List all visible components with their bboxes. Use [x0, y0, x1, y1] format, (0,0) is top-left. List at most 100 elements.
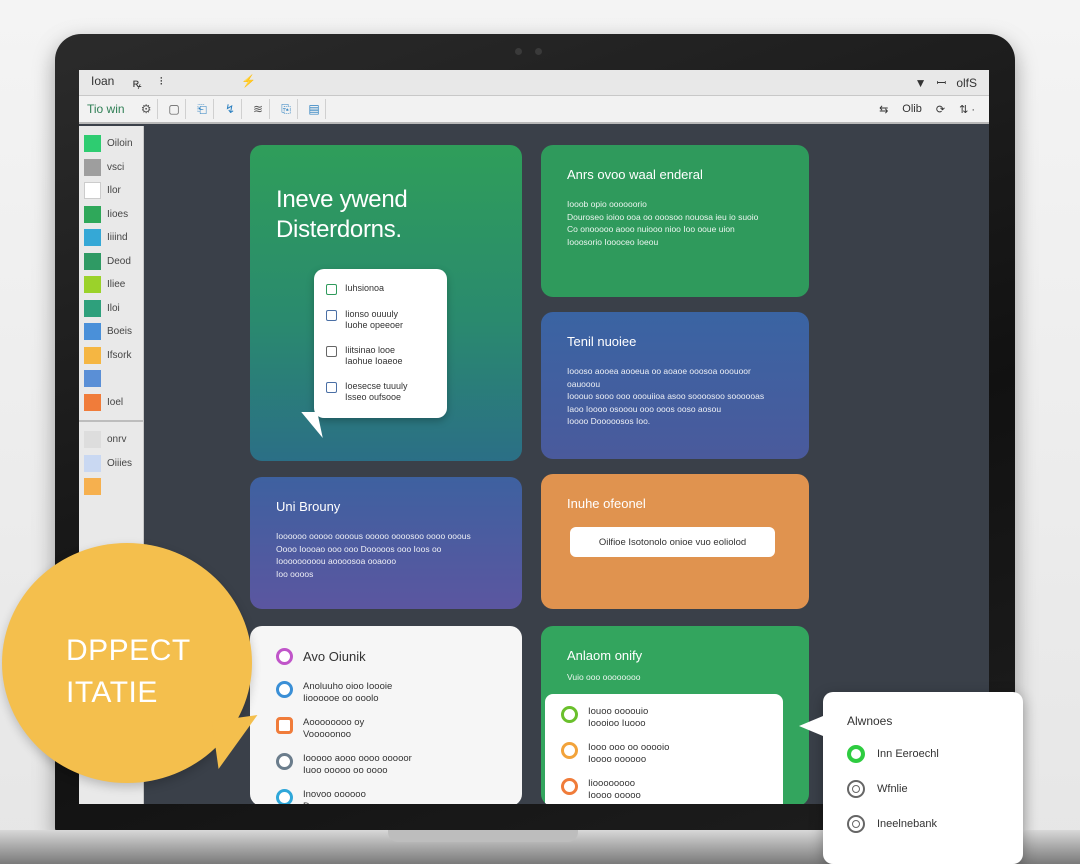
sidebar-item[interactable] — [79, 367, 143, 391]
radio-label: Ineelnebank — [877, 818, 937, 830]
card-orange[interactable]: Inuhe ofeonel Oilfioe Isotonolo onioe vu… — [541, 474, 809, 609]
callout-line1: DPPECT — [66, 634, 191, 667]
list-item[interactable]: Iooo ooo oo ooooio Ioooo oooooo — [561, 742, 767, 766]
card-title: Inuhe ofeonel — [567, 496, 646, 511]
menubar: Ioan ꝶ ⁝ ⚡ ▼ ꟷ olfS — [79, 70, 989, 96]
sidebar-item[interactable]: Oiiies — [79, 452, 143, 476]
sort-icon[interactable]: ⇅ · — [959, 103, 975, 116]
card-blue[interactable]: Tenil nuoiee Ioooso aooea aooeua oo aoao… — [541, 312, 809, 459]
card-green-bottom[interactable]: Anlaom onify Vuio ooo oooooooo Iouoo ooo… — [541, 626, 809, 804]
list-item[interactable]: Iouoo oooouio Ioooioo Iuooo — [561, 706, 767, 730]
sidebar-item-label: vsci — [107, 161, 125, 173]
camera-icon — [515, 48, 522, 55]
swap-icon[interactable]: ⇆ — [879, 103, 888, 116]
card-indigo[interactable]: Uni Brouny Ioooooo ooooo oooous ooooo oo… — [250, 477, 522, 609]
cyan-circle-icon — [276, 789, 293, 804]
frame-icon[interactable]: ▢ — [164, 99, 186, 119]
green-circle-icon — [561, 706, 578, 723]
bubble-row[interactable]: Iiitsinao looe Iaohue Ioaeoe — [326, 345, 435, 367]
list-item[interactable]: Aoooooooo oy Vooooonoo — [276, 717, 496, 741]
sidebar-item[interactable]: Deod — [79, 250, 143, 274]
sidebar-item[interactable]: vsci — [79, 156, 143, 180]
radio-label: Wfnlie — [877, 783, 908, 795]
color-swatch-icon — [84, 454, 101, 472]
stage: Ioan ꝶ ⁝ ⚡ ▼ ꟷ olfS Tio win ⚙ ▢ ⎗ ↯ ≋ ⎘ … — [0, 0, 1080, 864]
copy-icon[interactable]: ⎗ — [192, 99, 214, 119]
color-swatch-icon — [84, 346, 101, 364]
radio-label: Inn Eeroechl — [877, 748, 939, 760]
radio-icon[interactable] — [847, 780, 865, 798]
list-item[interactable]: Iioooooooo Ioooo ooooo — [561, 778, 767, 802]
hero-title-line2: Disterdorns. — [276, 216, 402, 243]
list-item-label: Iouoo oooouio Ioooioo Iuooo — [588, 706, 649, 729]
dropdown-icon[interactable]: ▼ — [915, 76, 927, 90]
list-item[interactable]: Anoluuho oioo Ioooie Iioooooe oo ooolo — [276, 681, 496, 705]
camera-sensor-icon — [535, 48, 542, 55]
radio-option[interactable]: Wfnlie — [847, 780, 999, 798]
sidebar-item-label: onrv — [107, 434, 127, 446]
list-item-label: Iioooooooo Ioooo ooooo — [588, 778, 641, 801]
bubble-row-label: Iiitsinao looe Iaohue Ioaeoe — [345, 345, 403, 366]
menu-item-3[interactable]: ⚡ — [241, 74, 256, 91]
sidebar-item[interactable]: Iioes — [79, 203, 143, 227]
toolbar-right-label[interactable]: Olib — [902, 103, 922, 116]
radio-option[interactable]: Inn Eeroechl — [847, 745, 999, 763]
gray-circle-icon — [276, 753, 293, 770]
wave-icon[interactable]: ≋ — [248, 99, 270, 119]
sidebar-item[interactable]: Iiiind — [79, 226, 143, 250]
radio-option[interactable]: Ineelnebank — [847, 815, 999, 833]
radio-selected-icon[interactable] — [847, 745, 865, 763]
flash-icon[interactable]: ↯ — [220, 99, 242, 119]
sidebar-item[interactable]: onrv — [79, 428, 143, 452]
sidebar-item[interactable]: Ilor — [79, 179, 143, 203]
sidebar-item[interactable]: Oiloin — [79, 132, 143, 156]
sidebar-item[interactable]: Iliee — [79, 273, 143, 297]
color-swatch-icon — [84, 135, 101, 153]
sidebar-item-label: Iioes — [107, 208, 129, 220]
card-body: Ioooso aooea aooeua oo aoaoe ooosoa ooou… — [567, 366, 765, 426]
bubble-row[interactable]: Iionso ouuuly Iuohe opeeoer — [326, 309, 435, 331]
bubble-row[interactable]: Ioesecse tuuuly Isseo oufsooe — [326, 381, 435, 403]
orange-circle-icon — [561, 778, 578, 795]
sidebar-item[interactable]: Ifsork — [79, 344, 143, 368]
laptop-notch — [388, 830, 578, 842]
duplicate-icon[interactable]: ⎘ — [276, 99, 298, 119]
orange-pill-button[interactable]: Oilfioe Isotonolo onioe vuo eoliolod — [570, 527, 775, 557]
card-white-list[interactable]: Avo Oiunik Anoluuho oioo Ioooie Iioooooe… — [250, 626, 522, 804]
status-label[interactable]: olfS — [956, 76, 977, 90]
sidebar-item[interactable] — [79, 475, 143, 499]
sidebar-item-label: Ilor — [107, 185, 121, 197]
list-icon[interactable]: ▤ — [304, 99, 326, 119]
list-item[interactable]: Iooooo aooo oooo ooooor Iuoo ooooo oo oo… — [276, 753, 496, 777]
grid-icon — [326, 310, 337, 321]
bubble-row[interactable]: Iuhsionoa — [326, 283, 435, 295]
status-icon[interactable]: ꟷ — [937, 74, 947, 91]
menu-item-0[interactable]: Ioan — [91, 74, 114, 91]
speech-bubble: Iuhsionoa Iionso ouuuly Iuohe opeeoer Ii… — [314, 269, 447, 418]
sidebar-item-label: Oiiies — [107, 457, 133, 469]
sidebar-item[interactable]: Iloi — [79, 297, 143, 321]
yellow-callout-text: DPPECT ITATIE — [66, 630, 191, 714]
orange-square-icon — [276, 717, 293, 734]
list-item[interactable]: Inovoo oooooo Dooo oooooooo — [276, 789, 496, 804]
radio-icon[interactable] — [847, 815, 865, 833]
color-swatch-icon — [84, 276, 101, 294]
settings-icon[interactable]: ⚙ — [136, 99, 158, 119]
sidebar-item[interactable]: Boeis — [79, 320, 143, 344]
list-item-label: Iooooo aooo oooo ooooor Iuoo ooooo oo oo… — [303, 753, 412, 776]
inner-list-card: Iouoo oooouio Ioooioo Iuooo Iooo ooo oo … — [545, 694, 783, 804]
sidebar-divider — [79, 420, 143, 422]
menu-item-1[interactable]: ꝶ — [132, 74, 141, 91]
list-item-label: Anoluuho oioo Ioooie Iioooooe oo ooolo — [303, 681, 393, 704]
menu-item-2[interactable]: ⁝ — [159, 74, 163, 91]
yellow-callout-tail — [211, 715, 265, 769]
bubble-row-label: Iuhsionoa — [345, 283, 385, 293]
card-green-top[interactable]: Anrs ovoo waal enderal Iooob opio oooooo… — [541, 145, 809, 297]
card-title: Avo Oiunik — [303, 648, 366, 664]
toolbar-title: Tio win — [87, 102, 125, 116]
color-swatch-icon — [84, 205, 101, 223]
card-title: Anrs ovoo waal enderal — [567, 167, 703, 182]
color-swatch-icon — [84, 158, 101, 176]
refresh-icon[interactable]: ⟳ — [936, 103, 945, 116]
sidebar-item[interactable]: Ioel — [79, 391, 143, 415]
